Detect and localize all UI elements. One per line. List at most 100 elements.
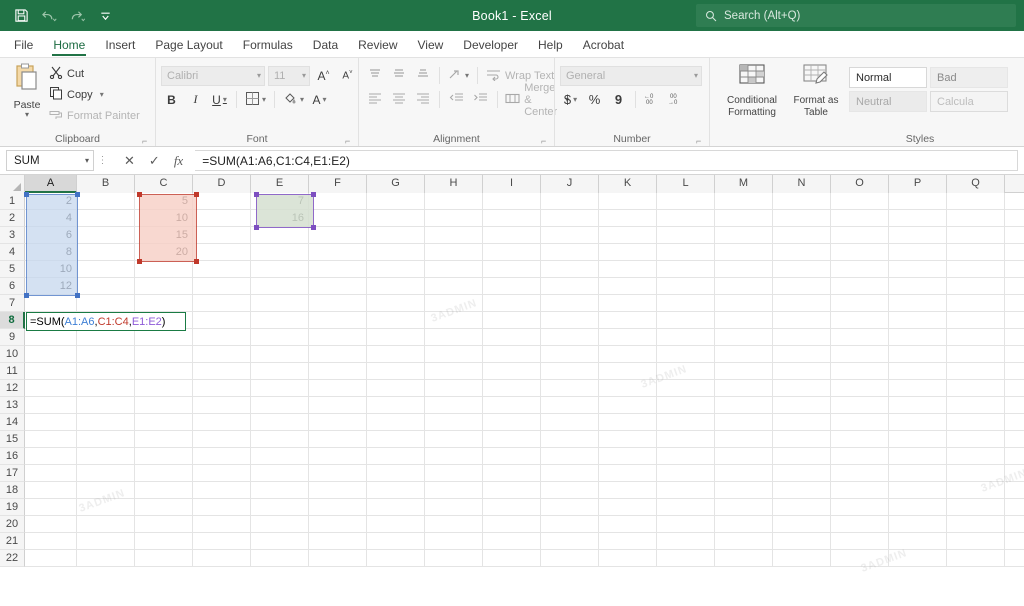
- cell-A11[interactable]: [25, 363, 77, 380]
- conditional-formatting-button[interactable]: Conditional Formatting: [721, 61, 783, 118]
- cell-I15[interactable]: [483, 431, 541, 448]
- cell-C21[interactable]: [135, 533, 193, 550]
- cell-N6[interactable]: [773, 278, 831, 295]
- tab-formulas[interactable]: Formulas: [233, 35, 303, 57]
- cell-P15[interactable]: [889, 431, 947, 448]
- font-size-combo[interactable]: 11 ▾: [268, 66, 310, 86]
- row-header-20[interactable]: 20: [0, 516, 25, 533]
- cell-J4[interactable]: [541, 244, 599, 261]
- cell-Q2[interactable]: [947, 210, 1005, 227]
- cell-B13[interactable]: [77, 397, 135, 414]
- cell-F1[interactable]: [309, 193, 367, 210]
- cell-H18[interactable]: [425, 482, 483, 499]
- cell-J12[interactable]: [541, 380, 599, 397]
- row-header-3[interactable]: 3: [0, 227, 25, 244]
- cell-F19[interactable]: [309, 499, 367, 516]
- select-all-corner[interactable]: [0, 175, 25, 193]
- align-middle-button[interactable]: [388, 66, 409, 86]
- cell-O18[interactable]: [831, 482, 889, 499]
- cell-I9[interactable]: [483, 329, 541, 346]
- underline-button[interactable]: U▾: [209, 90, 230, 110]
- cell-G13[interactable]: [367, 397, 425, 414]
- cell-B14[interactable]: [77, 414, 135, 431]
- cell-G16[interactable]: [367, 448, 425, 465]
- cell-P10[interactable]: [889, 346, 947, 363]
- row-header-6[interactable]: 6: [0, 278, 25, 295]
- copy-button[interactable]: Copy ▾: [49, 85, 140, 104]
- tab-home[interactable]: Home: [43, 35, 95, 57]
- cell-style-calculation[interactable]: Calcula: [930, 91, 1008, 112]
- tab-insert[interactable]: Insert: [95, 35, 145, 57]
- cell-F6[interactable]: [309, 278, 367, 295]
- cell-E11[interactable]: [251, 363, 309, 380]
- cell-B11[interactable]: [77, 363, 135, 380]
- cell-L3[interactable]: [657, 227, 715, 244]
- row-header-5[interactable]: 5: [0, 261, 25, 278]
- column-header-f[interactable]: F: [309, 175, 367, 193]
- cell-K21[interactable]: [599, 533, 657, 550]
- cell-J5[interactable]: [541, 261, 599, 278]
- cell-Q15[interactable]: [947, 431, 1005, 448]
- cell-A1[interactable]: 2: [25, 193, 77, 210]
- cell-C17[interactable]: [135, 465, 193, 482]
- cell-H16[interactable]: [425, 448, 483, 465]
- cell-P9[interactable]: [889, 329, 947, 346]
- cell-C18[interactable]: [135, 482, 193, 499]
- row-header-9[interactable]: 9: [0, 329, 25, 346]
- cell-I7[interactable]: [483, 295, 541, 312]
- cell-J2[interactable]: [541, 210, 599, 227]
- row-header-22[interactable]: 22: [0, 550, 25, 567]
- cell-I1[interactable]: [483, 193, 541, 210]
- cell-N8[interactable]: [773, 312, 831, 329]
- cell-P4[interactable]: [889, 244, 947, 261]
- chevron-down-icon[interactable]: ▾: [25, 111, 29, 119]
- cell-G4[interactable]: [367, 244, 425, 261]
- cell-B4[interactable]: [77, 244, 135, 261]
- cell-F13[interactable]: [309, 397, 367, 414]
- cell-P16[interactable]: [889, 448, 947, 465]
- tab-review[interactable]: Review: [348, 35, 407, 57]
- cell-J16[interactable]: [541, 448, 599, 465]
- cell-J1[interactable]: [541, 193, 599, 210]
- cell-N3[interactable]: [773, 227, 831, 244]
- decrease-indent-button[interactable]: [446, 90, 467, 110]
- cell-N21[interactable]: [773, 533, 831, 550]
- cell-I18[interactable]: [483, 482, 541, 499]
- cell-L18[interactable]: [657, 482, 715, 499]
- cell-J6[interactable]: [541, 278, 599, 295]
- tab-developer[interactable]: Developer: [453, 35, 528, 57]
- cell-M1[interactable]: [715, 193, 773, 210]
- cell-I6[interactable]: [483, 278, 541, 295]
- cell-N20[interactable]: [773, 516, 831, 533]
- row-header-13[interactable]: 13: [0, 397, 25, 414]
- cell-L17[interactable]: [657, 465, 715, 482]
- cell-I20[interactable]: [483, 516, 541, 533]
- cell-A22[interactable]: [25, 550, 77, 567]
- column-header-j[interactable]: J: [541, 175, 599, 193]
- cell-H1[interactable]: [425, 193, 483, 210]
- cell-P7[interactable]: [889, 295, 947, 312]
- cell-C16[interactable]: [135, 448, 193, 465]
- cell-A5[interactable]: 10: [25, 261, 77, 278]
- cell-E22[interactable]: [251, 550, 309, 567]
- font-dialog-launcher-icon[interactable]: ⌐: [345, 136, 355, 146]
- cell-K4[interactable]: [599, 244, 657, 261]
- cell-K20[interactable]: [599, 516, 657, 533]
- cell-G17[interactable]: [367, 465, 425, 482]
- cell-I22[interactable]: [483, 550, 541, 567]
- cell-I17[interactable]: [483, 465, 541, 482]
- cell-K15[interactable]: [599, 431, 657, 448]
- column-header-n[interactable]: N: [773, 175, 831, 193]
- cell-D22[interactable]: [193, 550, 251, 567]
- cell-H20[interactable]: [425, 516, 483, 533]
- column-header-m[interactable]: M: [715, 175, 773, 193]
- cell-I4[interactable]: [483, 244, 541, 261]
- cell-B9[interactable]: [77, 329, 135, 346]
- cell-O7[interactable]: [831, 295, 889, 312]
- cell-Q9[interactable]: [947, 329, 1005, 346]
- cell-style-normal[interactable]: Normal: [849, 67, 927, 88]
- cell-N2[interactable]: [773, 210, 831, 227]
- cell-J15[interactable]: [541, 431, 599, 448]
- cell-N9[interactable]: [773, 329, 831, 346]
- cell-G10[interactable]: [367, 346, 425, 363]
